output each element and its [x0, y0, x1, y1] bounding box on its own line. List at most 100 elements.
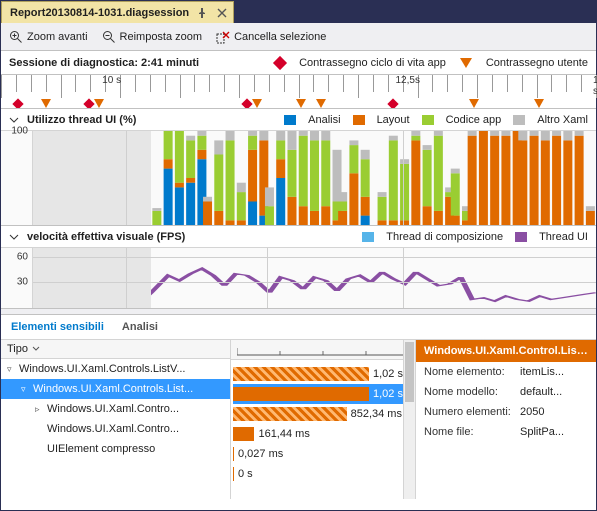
bar-value: 0,027 ms [238, 448, 283, 460]
bars-column: 1,02 s 1,02 s 852,34 ms 161,44 ms 0,027 ms 0 … [231, 340, 416, 499]
bar-row[interactable]: 0,027 ms [233, 444, 413, 464]
bar [233, 387, 369, 401]
fps-title: velocità effettiva visuale (FPS) [27, 231, 185, 243]
tree-row-label: Windows.UI.Xaml.Controls.ListV... [19, 363, 185, 375]
fps-yaxis: 6030 [1, 248, 33, 308]
zoom-reset-button[interactable]: Reimposta zoom [102, 30, 203, 44]
timeline-ruler[interactable]: 10 s12,5s15 s [1, 75, 596, 109]
bar-value: 0 s [238, 468, 253, 480]
document-tab-title: Report20130814-1031.diagsession [10, 7, 189, 19]
property-value: default... [520, 386, 588, 398]
collapse-icon[interactable] [9, 115, 19, 125]
bar [233, 367, 369, 381]
bar-value: 852,34 ms [351, 408, 402, 420]
uithread-swatch [515, 232, 527, 242]
parse-swatch [284, 115, 296, 125]
layout-swatch [353, 115, 365, 125]
bar-row[interactable]: 852,34 ms [233, 404, 413, 424]
fps-plot[interactable] [33, 248, 596, 308]
bars-header [231, 340, 415, 360]
ui-thread-title: Utilizzo thread UI (%) [27, 114, 136, 126]
timeline-markers [1, 94, 596, 108]
tree-row-label: Windows.UI.Xaml.Contro... [47, 423, 179, 435]
app-lifecycle-label: Contrassegno ciclo di vita app [299, 57, 446, 69]
ui-thread-yaxis: 100 [1, 131, 33, 225]
appcode-label: Codice app [446, 114, 502, 126]
tree-row-label: Windows.UI.Xaml.Controls.List... [33, 383, 193, 395]
session-header: Sessione di diagnostica: 2:41 minuti Con… [1, 51, 596, 75]
appcode-swatch [422, 115, 434, 125]
property-value: SplitPa... [520, 426, 588, 438]
tree-header[interactable]: Tipo [1, 340, 230, 359]
bar-row[interactable]: 1,02 s [233, 384, 413, 404]
bar [233, 427, 254, 441]
pin-icon[interactable] [195, 6, 209, 20]
xaml-label: Altro Xaml [537, 114, 588, 126]
bar [233, 407, 347, 421]
comp-label: Thread di composizione [386, 231, 503, 243]
clear-selection-button[interactable]: Cancella selezione [216, 30, 326, 44]
property-key: Nome elemento: [424, 366, 520, 378]
properties-column: Windows.UI.Xaml.Control.ListVi... Nome e… [416, 340, 596, 499]
tree-row-label: UIElement compresso [47, 443, 155, 455]
clear-selection-icon [216, 30, 230, 44]
bar-value: 1,02 s [373, 388, 403, 400]
toolbar: Zoom avanti Reimposta zoom Cancella sele… [1, 23, 596, 51]
tree-row-label: Windows.UI.Xaml.Contro... [47, 403, 179, 415]
tree-row[interactable]: UIElement compresso [1, 439, 230, 459]
property-key: Nome file: [424, 426, 520, 438]
fps-panel: velocità effettiva visuale (FPS) Thread … [1, 226, 596, 309]
close-icon[interactable] [215, 6, 229, 20]
collapse-icon[interactable] [9, 232, 19, 242]
tab-hot-elements[interactable]: Elementi sensibili [11, 321, 104, 333]
tree-row[interactable]: ▿Windows.UI.Xaml.Controls.ListV... [1, 359, 230, 379]
zoom-in-button[interactable]: Zoom avanti [9, 30, 88, 44]
zoom-in-icon [9, 30, 23, 44]
ui-thread-panel: Utilizzo thread UI (%) Analisi Layout Co… [1, 109, 596, 226]
property-value: 2050 [520, 406, 588, 418]
bar-value: 161,44 ms [258, 428, 309, 440]
tree-row[interactable]: ▿Windows.UI.Xaml.Controls.List... [1, 379, 230, 399]
user-mark-icon [460, 58, 472, 68]
zoom-reset-label: Reimposta zoom [120, 31, 203, 43]
tree-column: Tipo ▿Windows.UI.Xaml.Controls.ListV...▿… [1, 340, 231, 499]
app-lifecycle-marker-icon [273, 55, 287, 69]
bar [233, 467, 234, 481]
session-title: Sessione di diagnostica: 2:41 minuti [9, 57, 199, 69]
expander-icon[interactable]: ▿ [7, 364, 17, 375]
layout-label: Layout [377, 114, 410, 126]
expander-icon[interactable]: ▹ [35, 404, 45, 415]
zoom-reset-icon [102, 30, 116, 44]
bar-value: 1,02 s [373, 368, 403, 380]
property-key: Nome modello: [424, 386, 520, 398]
bar-row[interactable]: 161,44 ms [233, 424, 413, 444]
property-row: Numero elementi:2050 [416, 402, 596, 422]
ui-thread-plot[interactable] [33, 131, 596, 225]
tab-strip: Report20130814-1031.diagsession [1, 1, 596, 23]
parse-label: Analisi [308, 114, 340, 126]
property-key: Numero elementi: [424, 406, 520, 418]
tree-row[interactable]: ▹Windows.UI.Xaml.Contro... [1, 399, 230, 419]
xaml-swatch [513, 115, 525, 125]
expander-icon[interactable]: ▿ [21, 384, 31, 395]
tab-analysis[interactable]: Analisi [122, 321, 158, 333]
properties-heading: Windows.UI.Xaml.Control.ListVi... [416, 340, 596, 362]
comp-swatch [362, 232, 374, 242]
detail-grid: Tipo ▿Windows.UI.Xaml.Controls.ListV...▿… [1, 339, 596, 499]
property-row: Nome elemento:itemLis... [416, 362, 596, 382]
property-row: Nome modello:default... [416, 382, 596, 402]
bar-row[interactable]: 1,02 s [233, 364, 413, 384]
user-mark-label: Contrassegno utente [486, 57, 588, 69]
tree-header-label: Tipo [7, 343, 28, 355]
bar-row[interactable]: 0 s [233, 464, 413, 484]
property-row: Nome file:SplitPa... [416, 422, 596, 442]
uithread-label: Thread UI [539, 231, 588, 243]
session-legend: Contrassegno ciclo di vita app Contrasse… [275, 57, 588, 69]
document-tab[interactable]: Report20130814-1031.diagsession [1, 1, 234, 23]
tree-row[interactable]: Windows.UI.Xaml.Contro... [1, 419, 230, 439]
zoom-in-label: Zoom avanti [27, 31, 88, 43]
bar [233, 447, 234, 461]
detail-tabs: Elementi sensibili Analisi [1, 315, 596, 339]
clear-selection-label: Cancella selezione [234, 31, 326, 43]
sort-icon [32, 345, 40, 353]
